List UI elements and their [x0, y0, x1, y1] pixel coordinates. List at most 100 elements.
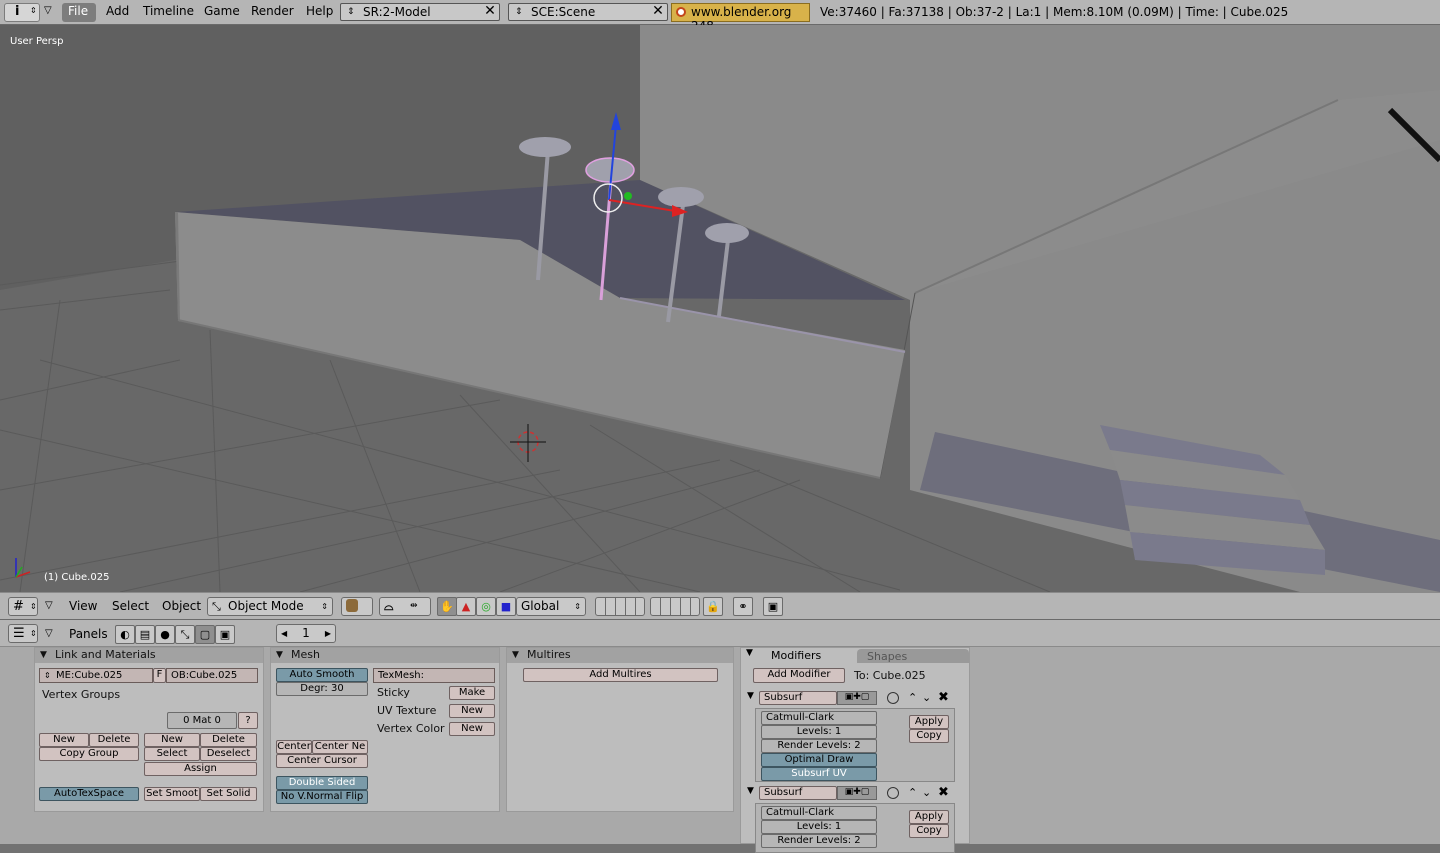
set-solid-button[interactable]: Set Solid [200, 787, 257, 801]
render-preview-icon[interactable]: ▣ [763, 597, 783, 616]
scene-context-icon[interactable]: ▣ [215, 625, 235, 644]
subsurf-uv-toggle[interactable]: Subsurf UV [761, 767, 877, 781]
modifier-name-field[interactable]: Subsurf [759, 786, 837, 800]
copy-modifier-button[interactable]: Copy [909, 729, 949, 743]
translate-manipulator-icon[interactable]: ▲ [456, 597, 476, 616]
script-context-icon[interactable]: ▤ [135, 625, 155, 644]
copy-modifier-button[interactable]: Copy [909, 824, 949, 838]
collapse-menu-icon[interactable]: ▽ [44, 5, 52, 16]
material-delete-button[interactable]: Delete [200, 733, 257, 747]
material-new-button[interactable]: New [144, 733, 200, 747]
modifier-display-icons[interactable]: ▣✚▢ [837, 786, 877, 800]
collapse-menu-icon[interactable]: ▽ [45, 628, 53, 639]
move-down-icon[interactable]: ⌄ [922, 786, 931, 799]
3d-viewport[interactable]: User Persp (1) Cube.025 [0, 25, 1440, 592]
optimal-draw-toggle[interactable]: Optimal Draw [761, 753, 877, 767]
remove-modifier-icon[interactable]: ✖ [938, 690, 949, 705]
lock-layers-icon[interactable]: 🔒 [703, 597, 723, 616]
editor-type-button[interactable]: # ⇕ [8, 597, 38, 616]
screen-delete-icon[interactable]: ✕ [482, 4, 498, 20]
render-levels-field[interactable]: Render Levels: 2 [761, 834, 877, 848]
ipo-link-icon[interactable]: ⚭ [733, 597, 753, 616]
expand-icon[interactable]: ▼ [747, 691, 754, 701]
apply-modifier-button[interactable]: Apply [909, 715, 949, 729]
apply-modifier-button[interactable]: Apply [909, 810, 949, 824]
move-down-icon[interactable]: ⌄ [922, 691, 931, 704]
shading-context-icon[interactable]: ● [155, 625, 175, 644]
levels-field[interactable]: Levels: 1 [761, 820, 877, 834]
sticky-make-button[interactable]: Make [449, 686, 495, 700]
degree-field[interactable]: Degr: 30 [276, 682, 368, 696]
shapes-tab[interactable]: Shapes [857, 649, 969, 663]
manipulator-toggle-button[interactable]: ✋ [437, 597, 457, 616]
menu-view[interactable]: View [69, 599, 97, 613]
menu-add[interactable]: Add [106, 4, 129, 18]
double-sided-toggle[interactable]: Double Sided [276, 776, 368, 790]
object-context-icon[interactable]: ⤡ [175, 625, 195, 644]
draw-type-selector[interactable] [341, 597, 373, 616]
material-deselect-button[interactable]: Deselect [200, 747, 257, 761]
panel-title[interactable]: Link and Materials [35, 648, 263, 663]
editing-context-icon[interactable]: ▢ [195, 625, 215, 644]
collapse-menu-icon[interactable]: ▽ [45, 600, 53, 611]
modifier-name-field[interactable]: Subsurf [759, 691, 837, 705]
panels-label[interactable]: Panels [69, 627, 108, 641]
no-vnormal-flip-toggle[interactable]: No V.Normal Flip [276, 790, 368, 804]
set-smooth-button[interactable]: Set Smoot [144, 787, 200, 801]
vgroup-delete-button[interactable]: Delete [89, 733, 139, 747]
texmesh-field[interactable]: TexMesh: [373, 668, 495, 683]
panel-title[interactable]: Mesh [271, 648, 499, 663]
material-help-button[interactable]: ? [238, 712, 258, 729]
copy-group-button[interactable]: Copy Group [39, 747, 139, 761]
panel-title[interactable]: Multires [507, 648, 733, 663]
menu-help[interactable]: Help [306, 4, 333, 18]
material-assign-button[interactable]: Assign [144, 762, 257, 776]
modifier-display-icons[interactable]: ▣✚▢ [837, 691, 877, 705]
move-up-icon[interactable]: ⌃ [908, 691, 917, 704]
vertex-color-new-button[interactable]: New [449, 722, 495, 736]
layer-buttons-group-1[interactable] [595, 597, 645, 616]
menu-render[interactable]: Render [251, 4, 294, 18]
window-type-button[interactable]: i ⇕ [4, 3, 40, 22]
mesh-name-field[interactable]: ⇕ ME:Cube.025 [39, 668, 153, 683]
modifiers-tab[interactable]: ▼ Modifiers [741, 648, 857, 663]
editor-type-button[interactable]: ☰ ⇕ [8, 624, 38, 643]
subdivision-type-selector[interactable]: Catmull-Clark [761, 711, 877, 725]
add-modifier-button[interactable]: Add Modifier [753, 668, 845, 683]
rotate-manipulator-icon[interactable]: ◎ [476, 597, 496, 616]
vgroup-new-button[interactable]: New [39, 733, 89, 747]
pivot-selector[interactable]: ⌓ ⇹ [379, 597, 431, 616]
subdivision-type-selector[interactable]: Catmull-Clark [761, 806, 877, 820]
screen-selector[interactable]: ⇕ SR:2-Model [340, 3, 500, 21]
menu-file-label[interactable]: File [68, 4, 88, 18]
fake-user-button[interactable]: F [153, 668, 166, 683]
render-levels-field[interactable]: Render Levels: 2 [761, 739, 877, 753]
cage-toggle-icon[interactable] [887, 787, 899, 799]
menu-select[interactable]: Select [112, 599, 149, 613]
scene-selector[interactable]: ⇕ SCE:Scene [508, 3, 668, 21]
scale-manipulator-icon[interactable]: ■ [496, 597, 516, 616]
auto-smooth-toggle[interactable]: Auto Smooth [276, 668, 368, 682]
blender-website-link[interactable]: www.blender.org 248 [671, 3, 810, 33]
autotexspace-toggle[interactable]: AutoTexSpace [39, 787, 139, 801]
cage-toggle-icon[interactable] [887, 692, 899, 704]
orientation-selector[interactable]: Global ⇕ [516, 597, 586, 616]
move-up-icon[interactable]: ⌃ [908, 786, 917, 799]
expand-icon[interactable]: ▼ [747, 786, 754, 796]
uv-texture-new-button[interactable]: New [449, 704, 495, 718]
add-multires-button[interactable]: Add Multires [523, 668, 718, 682]
mode-selector[interactable]: ⤡ Object Mode ⇕ [207, 597, 333, 616]
menu-timeline[interactable]: Timeline [143, 4, 194, 18]
frame-number-field[interactable]: ◀ 1 ▶ [276, 624, 336, 643]
remove-modifier-icon[interactable]: ✖ [938, 785, 949, 800]
scene-delete-icon[interactable]: ✕ [650, 4, 666, 20]
levels-field[interactable]: Levels: 1 [761, 725, 877, 739]
center-button[interactable]: Center [276, 740, 312, 754]
material-select-button[interactable]: Select [144, 747, 200, 761]
object-name-field[interactable]: OB:Cube.025 [166, 668, 258, 683]
center-new-button[interactable]: Center Ne [312, 740, 368, 754]
layer-buttons-group-2[interactable] [650, 597, 700, 616]
menu-game[interactable]: Game [204, 4, 240, 18]
material-index-field[interactable]: 0 Mat 0 [167, 712, 237, 729]
menu-object[interactable]: Object [162, 599, 201, 613]
